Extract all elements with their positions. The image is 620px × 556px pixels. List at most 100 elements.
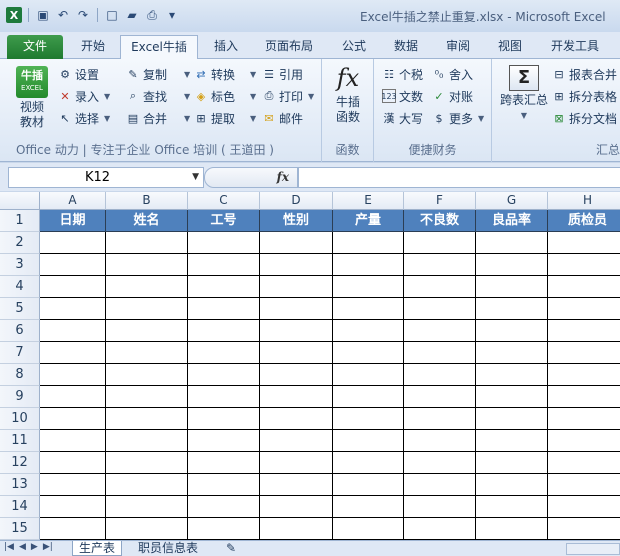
data-cell[interactable] bbox=[404, 474, 476, 496]
data-cell[interactable] bbox=[333, 474, 404, 496]
data-cell[interactable] bbox=[260, 364, 333, 386]
data-cell[interactable] bbox=[106, 474, 188, 496]
data-cell[interactable] bbox=[40, 518, 106, 540]
data-cell[interactable] bbox=[260, 474, 333, 496]
input-button[interactable]: ✕ 录入 ▼ bbox=[58, 86, 110, 106]
header-cell[interactable]: 不良数 bbox=[404, 210, 476, 232]
tab-developer[interactable]: 开发工具 bbox=[540, 35, 610, 59]
data-cell[interactable] bbox=[260, 430, 333, 452]
data-cell[interactable] bbox=[333, 342, 404, 364]
row-header[interactable]: 6 bbox=[0, 320, 40, 342]
data-cell[interactable] bbox=[106, 298, 188, 320]
horizontal-scrollbar[interactable] bbox=[566, 543, 620, 555]
data-cell[interactable] bbox=[476, 452, 548, 474]
data-cell[interactable] bbox=[40, 408, 106, 430]
data-cell[interactable] bbox=[260, 254, 333, 276]
insert-function-button[interactable]: fx bbox=[204, 167, 298, 188]
data-cell[interactable] bbox=[404, 452, 476, 474]
data-cell[interactable] bbox=[548, 452, 620, 474]
data-cell[interactable] bbox=[188, 408, 260, 430]
new-sheet-icon[interactable]: ✎ bbox=[220, 541, 242, 556]
row-header[interactable]: 1 bbox=[0, 210, 40, 232]
tab-review[interactable]: 审阅 bbox=[436, 35, 480, 59]
header-cell[interactable]: 姓名 bbox=[106, 210, 188, 232]
data-cell[interactable] bbox=[548, 298, 620, 320]
row-header[interactable]: 5 bbox=[0, 298, 40, 320]
data-cell[interactable] bbox=[106, 496, 188, 518]
row-header[interactable]: 8 bbox=[0, 364, 40, 386]
data-cell[interactable] bbox=[476, 320, 548, 342]
column-header-h[interactable]: H bbox=[548, 192, 620, 210]
open-icon[interactable]: ▰ bbox=[124, 7, 140, 23]
row-header[interactable]: 12 bbox=[0, 452, 40, 474]
data-cell[interactable] bbox=[40, 496, 106, 518]
header-cell[interactable]: 工号 bbox=[188, 210, 260, 232]
data-cell[interactable] bbox=[40, 320, 106, 342]
data-cell[interactable] bbox=[404, 276, 476, 298]
excel-logo-icon[interactable]: X bbox=[6, 7, 22, 23]
header-cell[interactable]: 性别 bbox=[260, 210, 333, 232]
data-cell[interactable] bbox=[476, 364, 548, 386]
tab-home[interactable]: 开始 bbox=[70, 35, 116, 59]
column-header-a[interactable]: A bbox=[40, 192, 106, 210]
convert-button[interactable]: ⇄ 转换 ▼ bbox=[194, 64, 256, 84]
round-button[interactable]: ⁰₀ 舍入 bbox=[432, 64, 473, 84]
data-cell[interactable] bbox=[333, 254, 404, 276]
data-cell[interactable] bbox=[476, 430, 548, 452]
data-cell[interactable] bbox=[188, 320, 260, 342]
data-cell[interactable] bbox=[260, 452, 333, 474]
tab-excel-niuchao[interactable]: Excel牛插 bbox=[120, 35, 198, 60]
column-header-d[interactable]: D bbox=[260, 192, 333, 210]
data-cell[interactable] bbox=[548, 320, 620, 342]
data-cell[interactable] bbox=[188, 518, 260, 540]
data-cell[interactable] bbox=[548, 408, 620, 430]
data-cell[interactable] bbox=[476, 496, 548, 518]
tab-page-layout[interactable]: 页面布局 bbox=[256, 35, 322, 59]
data-cell[interactable] bbox=[260, 386, 333, 408]
print-preview-icon[interactable]: ⎙ bbox=[144, 7, 160, 23]
tab-file[interactable]: 文件 bbox=[7, 35, 63, 59]
row-header[interactable]: 10 bbox=[0, 408, 40, 430]
data-cell[interactable] bbox=[106, 232, 188, 254]
niuchao-logo-button[interactable]: 牛插 EXCEL bbox=[16, 66, 48, 98]
data-cell[interactable] bbox=[333, 408, 404, 430]
prev-sheet-icon[interactable]: ◀ bbox=[19, 542, 26, 552]
data-cell[interactable] bbox=[260, 518, 333, 540]
data-cell[interactable] bbox=[40, 342, 106, 364]
split-doc-button[interactable]: ⊠ 拆分文档 bbox=[552, 108, 617, 128]
data-cell[interactable] bbox=[260, 298, 333, 320]
data-cell[interactable] bbox=[333, 232, 404, 254]
column-header-f[interactable]: F bbox=[404, 192, 476, 210]
data-cell[interactable] bbox=[40, 474, 106, 496]
data-cell[interactable] bbox=[40, 452, 106, 474]
data-cell[interactable] bbox=[188, 496, 260, 518]
data-cell[interactable] bbox=[476, 254, 548, 276]
row-header[interactable]: 7 bbox=[0, 342, 40, 364]
data-cell[interactable] bbox=[188, 298, 260, 320]
data-cell[interactable] bbox=[333, 430, 404, 452]
split-table-button[interactable]: ⊞ 拆分表格 bbox=[552, 86, 617, 106]
data-cell[interactable] bbox=[404, 496, 476, 518]
print-button[interactable]: ⎙ 打印 ▼ bbox=[262, 86, 315, 106]
worksheet-grid[interactable]: A B C D E F G H 1 日期 姓名 工号 性别 产量 不良数 良品率 质检员 2 3 4 5 6 7 8 9 10 11… bbox=[0, 192, 620, 540]
next-sheet-icon[interactable]: ▶ bbox=[31, 542, 38, 552]
select-all-corner[interactable] bbox=[0, 192, 40, 210]
header-cell[interactable]: 日期 bbox=[40, 210, 106, 232]
data-cell[interactable] bbox=[333, 298, 404, 320]
select-button[interactable]: ↖ 选择 ▼ bbox=[58, 108, 110, 128]
data-cell[interactable] bbox=[40, 298, 106, 320]
data-cell[interactable] bbox=[333, 364, 404, 386]
header-cell[interactable]: 良品率 bbox=[476, 210, 548, 232]
data-cell[interactable] bbox=[476, 342, 548, 364]
data-cell[interactable] bbox=[188, 342, 260, 364]
data-cell[interactable] bbox=[548, 474, 620, 496]
row-header[interactable]: 11 bbox=[0, 430, 40, 452]
data-cell[interactable] bbox=[260, 342, 333, 364]
column-header-b[interactable]: B bbox=[106, 192, 188, 210]
data-cell[interactable] bbox=[106, 408, 188, 430]
data-cell[interactable] bbox=[476, 298, 548, 320]
data-cell[interactable] bbox=[188, 364, 260, 386]
data-cell[interactable] bbox=[333, 276, 404, 298]
report-merge-button[interactable]: ⊟ 报表合并 bbox=[552, 64, 617, 84]
data-cell[interactable] bbox=[404, 342, 476, 364]
